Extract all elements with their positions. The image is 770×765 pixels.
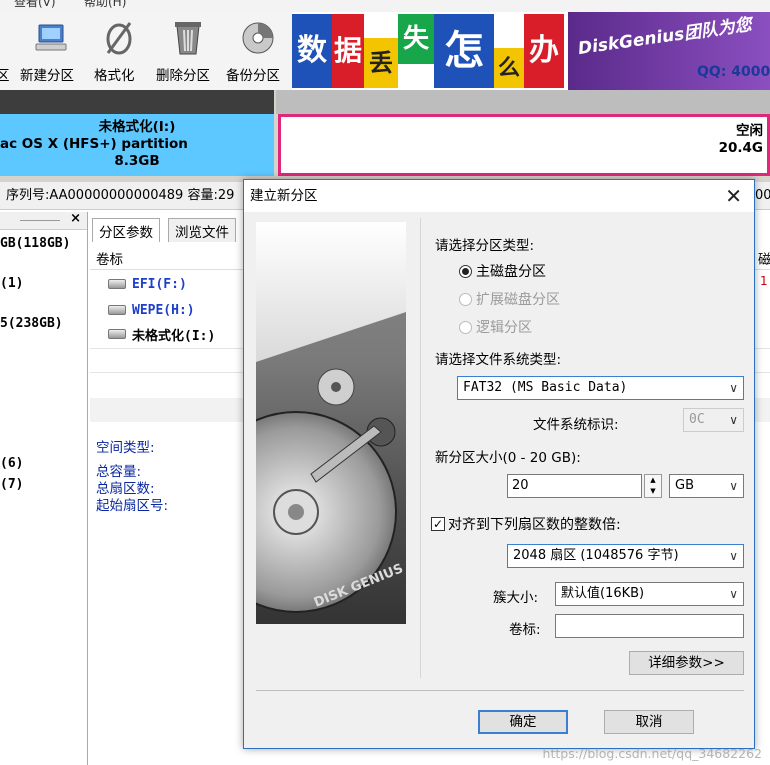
chevron-down-icon: ∨ [729,381,738,395]
cluster-size-label: 簇大小: [493,590,539,606]
tab-browse-files[interactable]: 浏览文件 [168,218,236,242]
tree-item-disk[interactable]: 5(238GB) [0,316,63,331]
start-sector-label: 起始扇区号: [96,498,169,514]
align-checkbox[interactable]: ✓ 对齐到下列扇区数的整数倍: [431,514,621,534]
partition-icon [0,18,16,58]
chevron-down-icon: ∨ [729,479,738,493]
drive-icon [108,279,126,289]
fs-type-select[interactable]: FAT32 (MS Basic Data) ∨ [457,376,744,400]
list-item[interactable]: WEPE(H:) [108,298,195,322]
radio-logical-partition[interactable]: 逻辑分区 [459,317,532,337]
fs-id-select[interactable]: 0C ∨ [683,408,744,432]
disk-map: 未格式化(I:) ac OS X (HFS+) partition 8.3GB … [0,90,770,182]
partition-name: 未格式化(I:) [98,119,176,135]
volume-label-input[interactable] [555,614,744,638]
drive-icon [108,329,126,339]
dialog-separator [256,690,744,691]
tree-item-partition[interactable]: (1) [0,276,23,291]
partition-block-free[interactable]: 空闲 20.4G [276,90,770,182]
menu-bar: 查看(V) 帮助(H) [0,0,770,12]
checkbox-checked-icon: ✓ [431,517,445,531]
partition-fs: ac OS X (HFS+) partition [0,136,188,152]
drive-icon [108,305,126,315]
new-partition-dialog: 建立新分区 ✕ DISK GENIUS 请选择分区类型: 主磁盘分区 扩展磁盘分… [243,179,755,749]
cancel-button[interactable]: 取消 [604,710,694,734]
fs-type-label: 请选择文件系统类型: [435,352,562,368]
toolbar-partition-button[interactable]: 区 [0,18,16,88]
disk-info-tail: 00 [755,188,770,203]
banner-ad[interactable]: 数 据 丢 失 怎 么 办 DiskGenius团队为您 QQ: 4000 [292,12,770,90]
watermark: https://blog.csdn.net/qq_34682262 [542,746,762,761]
format-icon [94,18,144,58]
banner-tile: 失 [398,14,434,64]
radio-extended-partition[interactable]: 扩展磁盘分区 [459,289,560,309]
dialog-titlebar[interactable]: 建立新分区 ✕ [244,180,754,212]
tab-partition-params[interactable]: 分区参数 [92,218,160,242]
computer-icon [20,18,82,58]
banner-tile: 么 [494,48,524,88]
menu-help[interactable]: 帮助(H) [84,0,126,10]
menu-view[interactable]: 查看(V) [14,0,56,10]
free-space-label: 空闲 [736,123,763,139]
dialog-title: 建立新分区 [250,188,318,204]
space-type-label: 空间类型: [96,440,155,456]
list-item[interactable]: EFI(F:) [108,272,187,296]
list-item[interactable]: 未格式化(I:) [108,322,215,346]
dialog-form: 请选择分区类型: 主磁盘分区 扩展磁盘分区 逻辑分区 请选择文件系统类型: FA… [420,218,746,678]
ok-button[interactable]: 确定 [478,710,568,734]
backup-disc-icon [226,18,290,58]
banner-tile: 办 [524,14,564,88]
total-sectors-label: 总扇区数: [96,481,155,497]
fs-id-label: 文件系统标识: [533,417,619,433]
align-sectors-select[interactable]: 2048 扇区 (1048576 字节) ∨ [507,544,744,568]
column-volume-label: 卷标 [96,252,123,268]
cluster-size-select[interactable]: 默认值(16KB) ∨ [555,582,744,606]
format-button[interactable]: 格式化 [94,18,144,88]
radio-button-selected [459,264,472,278]
new-partition-button[interactable]: 新建分区 [20,18,82,88]
banner-qq: QQ: 4000 [697,64,770,80]
partition-block-unformatted[interactable]: 未格式化(I:) ac OS X (HFS+) partition 8.3GB [0,90,274,182]
trash-icon [156,18,220,58]
column-header-right: 磁 [758,252,770,268]
free-space-size: 20.4G [718,140,763,156]
panel-header: × [0,211,87,230]
partition-type-label: 请选择分区类型: [435,238,535,254]
radio-button [459,292,472,306]
radio-button [459,320,472,334]
banner-tile: 丢 [364,38,398,88]
delete-partition-button[interactable]: 删除分区 [156,18,220,88]
volume-label-label: 卷标: [509,622,541,638]
disk-tree-panel: × GB(118GB) (1) 5(238GB) (6) (7) [0,211,88,765]
detail-params-button[interactable]: 详细参数>> [629,651,744,675]
banner-tile: 数 [292,14,332,88]
partition-size: 8.3GB [114,153,160,169]
radio-primary-partition[interactable]: 主磁盘分区 [459,261,546,281]
close-icon[interactable]: × [70,211,81,226]
backup-partition-button[interactable]: 备份分区 [226,18,290,88]
disk-info-text: 序列号:AA00000000000489 容量:29 [6,188,235,203]
size-label: 新分区大小(0 - 20 GB): [435,450,581,466]
hard-disk-image: DISK GENIUS [256,222,406,624]
size-stepper[interactable]: ▲ ▼ [644,474,662,498]
chevron-down-icon: ∨ [729,413,738,427]
tree-item-disk[interactable]: GB(118GB) [0,236,70,251]
total-capacity-label: 总容量: [96,464,142,480]
chevron-down-icon: ∨ [729,587,738,601]
toolbar: 区 新建分区 格式化 删除分区 备份分区 [0,12,292,90]
tree-item-partition[interactable]: (6) [0,456,23,471]
partition-size-input[interactable]: 20 [507,474,642,498]
row-edge-marker: 1 [760,274,768,288]
close-icon[interactable]: ✕ [725,180,742,212]
size-unit-select[interactable]: GB ∨ [669,474,744,498]
tree-item-partition[interactable]: (7) [0,477,23,492]
banner-tile: 怎 [434,14,494,88]
partition-properties: 总容量: 总扇区数: 起始扇区号: [96,464,168,515]
chevron-down-icon: ∨ [729,549,738,563]
banner-tile: 据 [332,14,364,88]
